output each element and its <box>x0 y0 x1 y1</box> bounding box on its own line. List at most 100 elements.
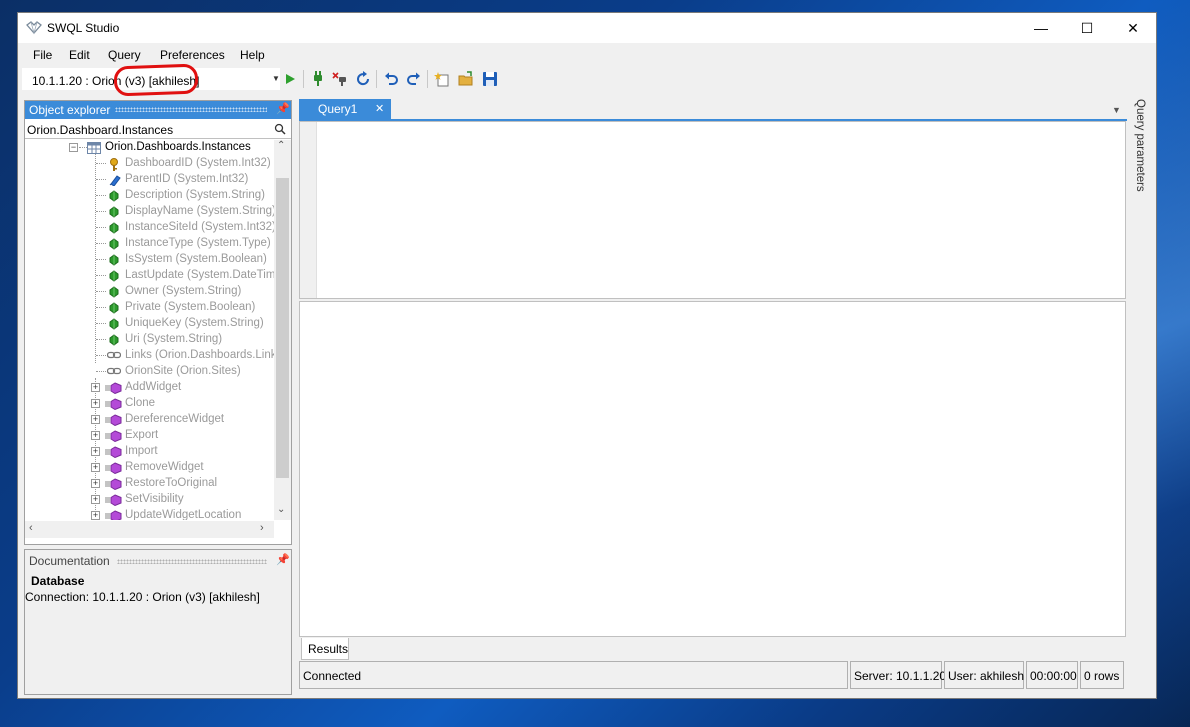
pin-icon[interactable]: 📌 <box>276 102 290 115</box>
tree-property-node[interactable]: DashboardID (System.Int32) <box>25 156 274 172</box>
tree-property-node[interactable]: Uri (System.String) <box>25 332 274 348</box>
scroll-down-icon[interactable]: ⌄ <box>277 504 285 515</box>
undo-button[interactable] <box>382 70 400 88</box>
close-icon: ✕ <box>1127 19 1139 36</box>
connection-select[interactable]: 10.1.1.20 : Orion (v3) [akhilesh] ▼ <box>22 68 280 90</box>
tree-root-node[interactable]: − Orion.Dashboards.Instances <box>25 140 274 156</box>
scroll-left-icon[interactable]: ‹ <box>29 522 33 534</box>
search-icon[interactable] <box>274 123 286 135</box>
tab-list-dropdown-icon[interactable]: ▼ <box>1112 105 1121 115</box>
tree-verb-node[interactable]: + UpdateWidgetLocation <box>25 508 274 520</box>
scrollbar-thumb[interactable] <box>276 178 289 478</box>
tree-property-label: Links (Orion.Dashboards.Links) <box>125 349 274 361</box>
menu-preferences[interactable]: Preferences <box>160 48 225 62</box>
expand-icon[interactable]: + <box>91 415 100 424</box>
tab-query1-label: Query1 <box>318 102 358 116</box>
tree-verb-label: Import <box>125 445 158 457</box>
tree-property-label: LastUpdate (System.DateTime) <box>125 269 274 281</box>
expand-icon[interactable]: + <box>91 399 100 408</box>
tab-close-icon[interactable]: ✕ <box>375 102 384 115</box>
new-query-button[interactable] <box>433 70 451 88</box>
tree-verb-node[interactable]: + Import <box>25 444 274 460</box>
tree-property-node[interactable]: DisplayName (System.String) <box>25 204 274 220</box>
tree-property-node[interactable]: Owner (System.String) <box>25 284 274 300</box>
foreign-key-icon <box>109 174 121 189</box>
connect-button[interactable] <box>309 70 327 88</box>
expand-icon[interactable]: + <box>91 479 100 488</box>
expand-icon[interactable]: + <box>91 383 100 392</box>
scroll-right-icon[interactable]: › <box>260 522 264 534</box>
close-button[interactable]: ✕ <box>1110 13 1156 43</box>
expand-icon[interactable]: + <box>91 495 100 504</box>
tree-vertical-scrollbar[interactable]: ⌃ ⌄ <box>274 140 291 520</box>
tree-verb-node[interactable]: + DereferenceWidget <box>25 412 274 428</box>
tree-property-node[interactable]: InstanceType (System.Type) <box>25 236 274 252</box>
pin-icon[interactable]: 📌 <box>276 553 290 566</box>
disconnect-icon <box>332 72 346 86</box>
refresh-button[interactable] <box>354 70 372 88</box>
expand-icon[interactable]: + <box>91 463 100 472</box>
redo-icon <box>407 72 420 85</box>
tree-verb-node[interactable]: + RestoreToOriginal <box>25 476 274 492</box>
disconnect-button[interactable] <box>331 70 349 88</box>
tree-property-label: DashboardID (System.Int32) <box>125 157 271 169</box>
tree-property-label: IsSystem (System.Boolean) <box>125 253 267 265</box>
menu-file[interactable]: File <box>33 48 52 62</box>
menu-bar: File Edit Query Preferences Help <box>18 43 1156 65</box>
tree-property-node[interactable]: OrionSite (Orion.Sites) <box>25 364 274 380</box>
execute-icon <box>286 74 295 84</box>
tree-property-node[interactable]: UniqueKey (System.String) <box>25 316 274 332</box>
entity-table-icon <box>87 142 101 154</box>
redo-button[interactable] <box>405 70 423 88</box>
object-tree: − Orion.Dashboards.Instances DashboardID… <box>25 140 274 520</box>
property-icon <box>109 318 119 333</box>
status-user: User: akhilesh <box>944 661 1024 689</box>
collapse-icon[interactable]: − <box>69 143 78 152</box>
expand-icon[interactable]: + <box>91 511 100 520</box>
tab-results[interactable]: Results <box>301 638 349 660</box>
tree-verb-node[interactable]: + Clone <box>25 396 274 412</box>
minimize-button[interactable]: — <box>1018 13 1064 43</box>
query-parameters-sidebar[interactable]: Query parameters <box>1130 99 1152 299</box>
open-button[interactable] <box>457 70 475 88</box>
menu-help[interactable]: Help <box>240 48 265 62</box>
tree-property-node[interactable]: Description (System.String) <box>25 188 274 204</box>
dropdown-arrow-icon[interactable]: ▼ <box>272 74 280 83</box>
minimize-icon: — <box>1034 20 1048 36</box>
tab-query1[interactable]: Query1 ✕ <box>299 99 391 119</box>
documentation-header: Documentation 📌 <box>25 550 291 570</box>
object-search-field[interactable]: Orion.Dashboard.Instances <box>25 120 291 139</box>
maximize-button[interactable]: ☐ <box>1064 13 1110 43</box>
expand-icon[interactable]: + <box>91 431 100 440</box>
tree-verb-node[interactable]: + RemoveWidget <box>25 460 274 476</box>
expand-icon[interactable]: + <box>91 447 100 456</box>
execute-button[interactable] <box>281 70 299 88</box>
query-editor[interactable] <box>299 121 1126 299</box>
tree-horizontal-scrollbar[interactable]: ‹ › <box>25 521 274 538</box>
results-grid[interactable] <box>299 301 1126 637</box>
menu-query[interactable]: Query <box>108 48 141 62</box>
property-icon <box>109 270 119 285</box>
tree-property-node[interactable]: InstanceSiteId (System.Int32) <box>25 220 274 236</box>
tree-property-label: ParentID (System.Int32) <box>125 173 249 185</box>
tree-verb-label: RestoreToOriginal <box>125 477 218 489</box>
scroll-up-icon[interactable]: ⌃ <box>277 140 285 151</box>
tree-property-label: Owner (System.String) <box>125 285 242 297</box>
object-search-value: Orion.Dashboard.Instances <box>27 123 174 137</box>
save-button[interactable] <box>481 70 499 88</box>
tree-property-node[interactable]: Private (System.Boolean) <box>25 300 274 316</box>
connection-value: 10.1.1.20 : Orion (v3) [akhilesh] <box>32 74 200 88</box>
tree-property-node[interactable]: ParentID (System.Int32) <box>25 172 274 188</box>
tree-property-node[interactable]: Links (Orion.Dashboards.Links) <box>25 348 274 364</box>
tree-verb-node[interactable]: + AddWidget <box>25 380 274 396</box>
tree-verb-label: UpdateWidgetLocation <box>125 509 242 520</box>
toolbar-separator <box>376 70 377 88</box>
tree-property-node[interactable]: IsSystem (System.Boolean) <box>25 252 274 268</box>
tree-verb-node[interactable]: + SetVisibility <box>25 492 274 508</box>
status-time: 00:00:00 <box>1026 661 1078 689</box>
query-tab-strip: Query1 ✕ <box>299 99 1127 119</box>
link-icon <box>106 350 122 362</box>
tree-verb-node[interactable]: + Export <box>25 428 274 444</box>
tree-property-node[interactable]: LastUpdate (System.DateTime) <box>25 268 274 284</box>
menu-edit[interactable]: Edit <box>69 48 90 62</box>
